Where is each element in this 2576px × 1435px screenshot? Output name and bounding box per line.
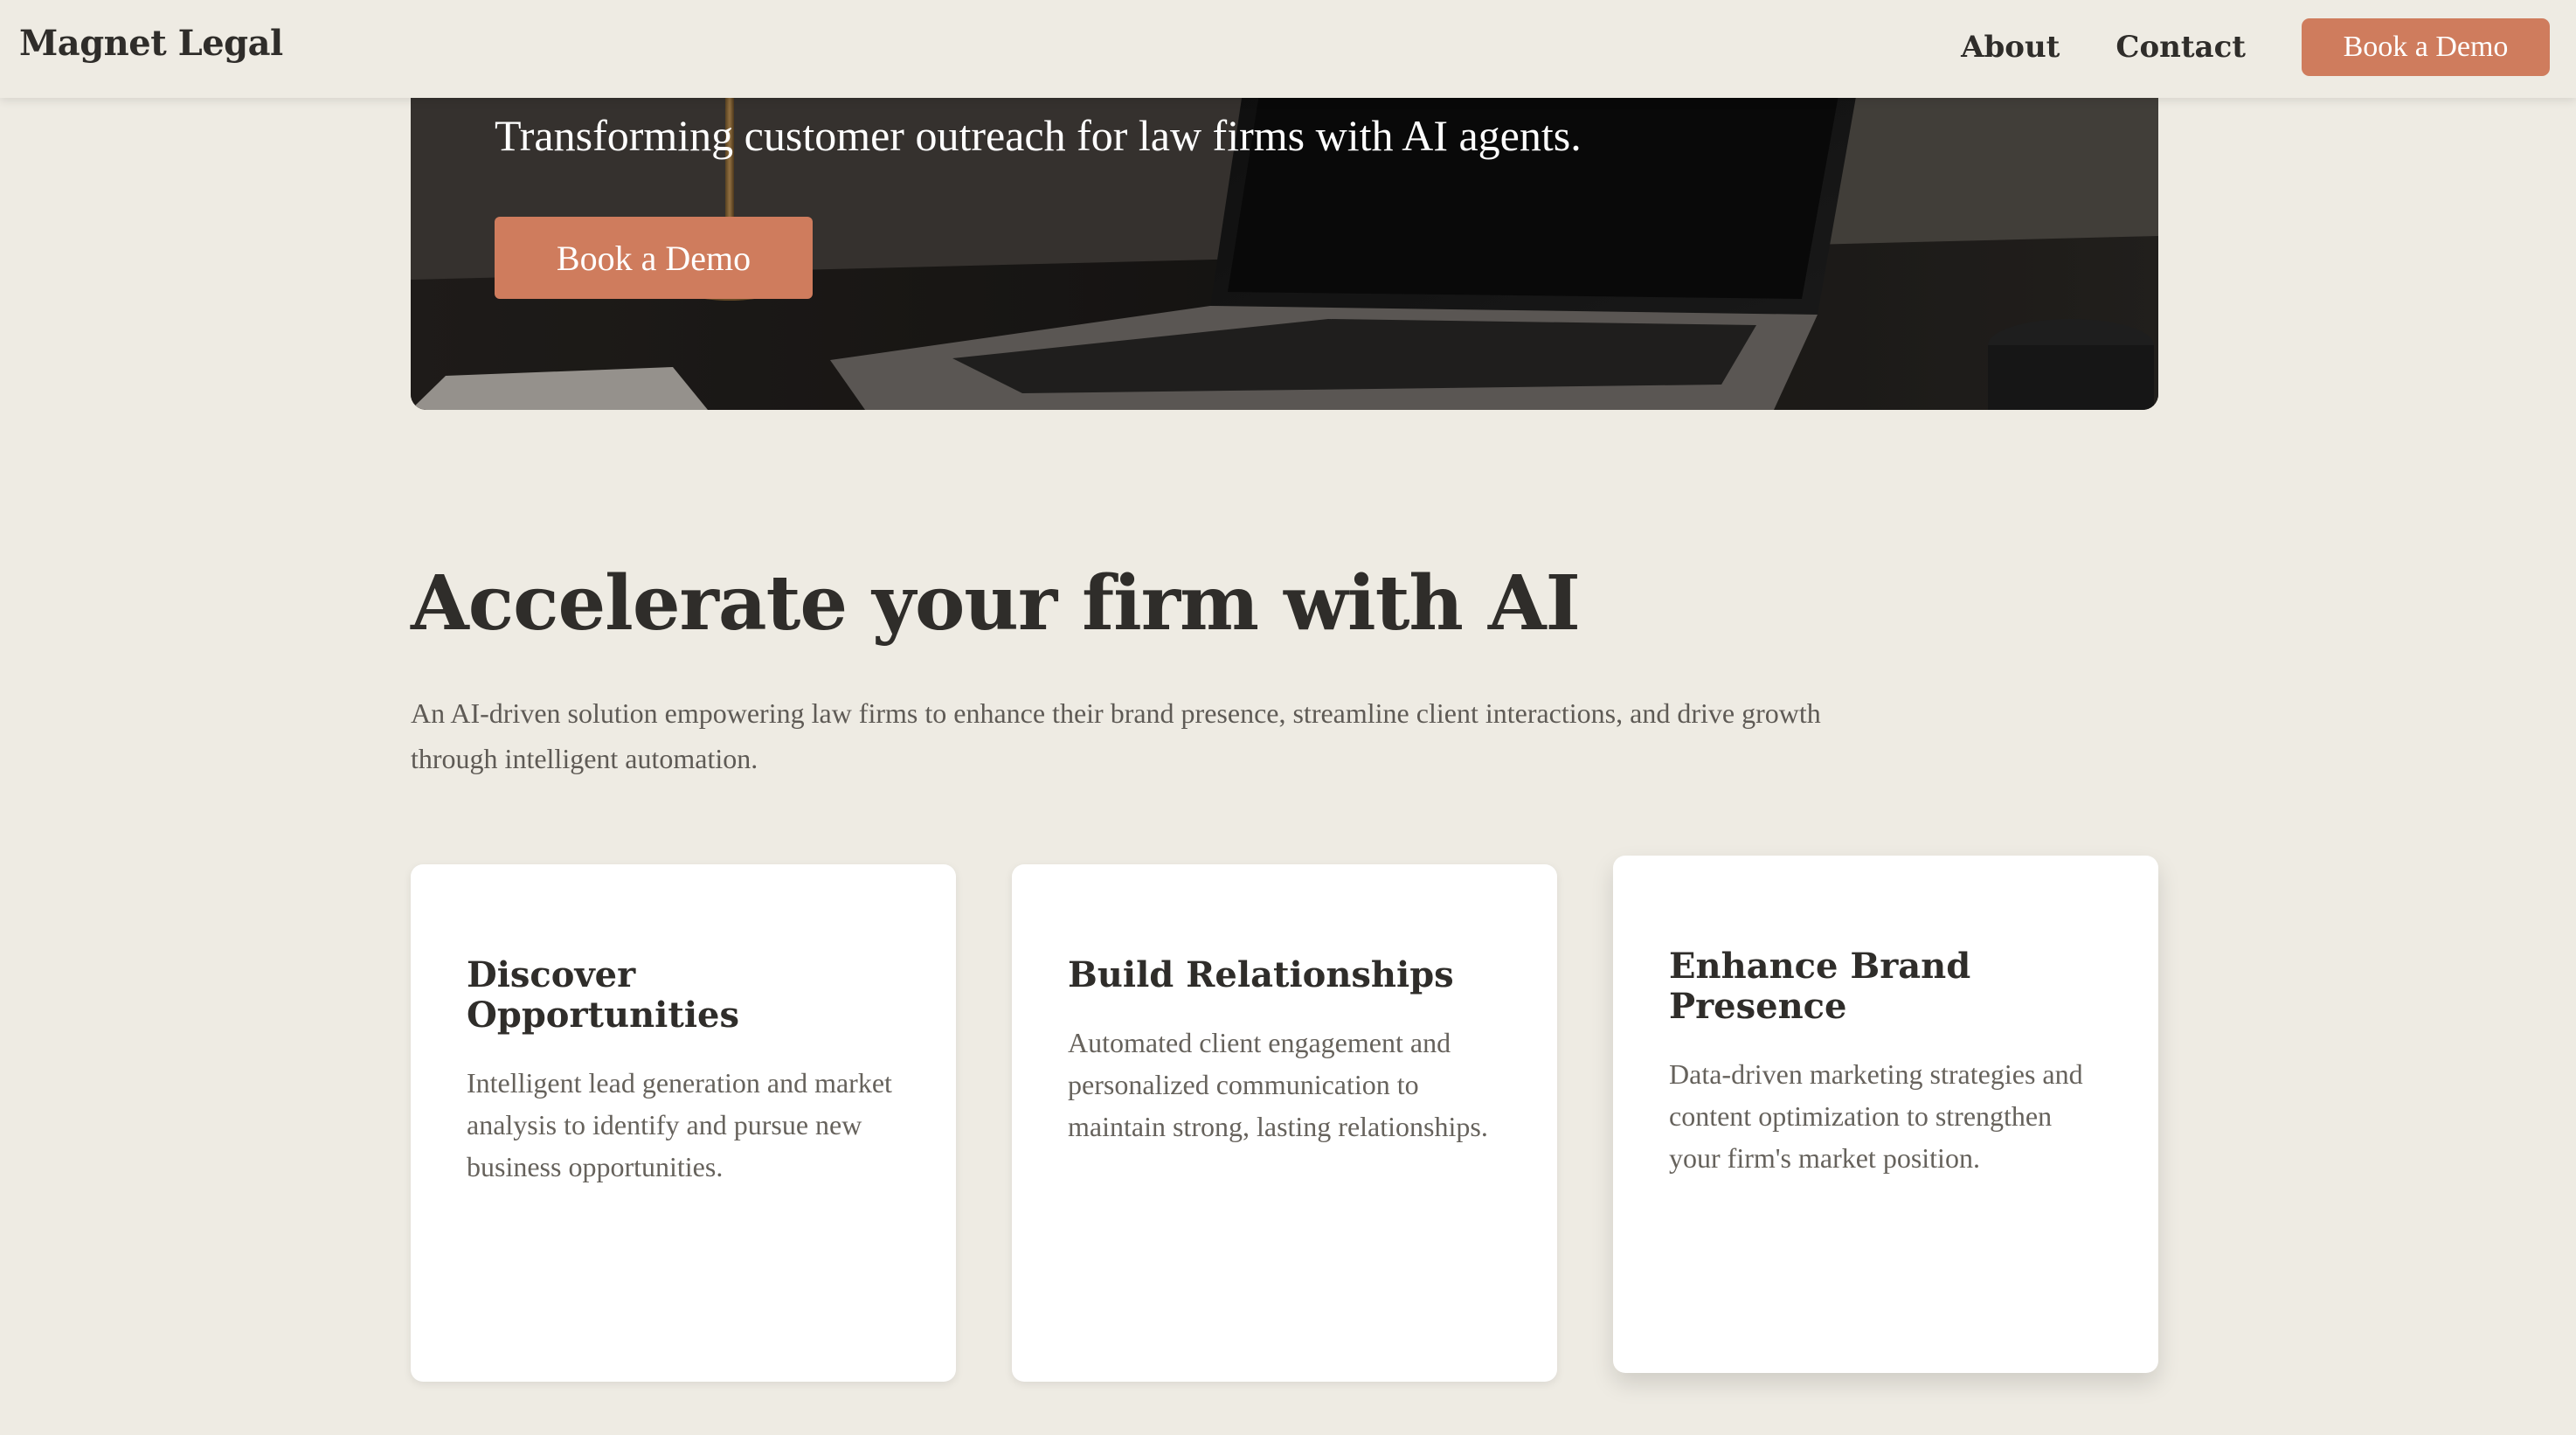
feature-card-text: Automated client engagement and personal… (1068, 1027, 1488, 1142)
feature-card-title: Build Relationships (1068, 954, 1454, 995)
feature-card-brand: Enhance Brand Presence Data-driven marke… (1613, 856, 2158, 1373)
hero-book-demo-button[interactable]: Book a Demo (495, 217, 813, 299)
main-nav: About Contact Book a Demo (1961, 17, 2550, 77)
nav-link-contact[interactable]: Contact (2116, 30, 2246, 65)
feature-card-discover: Discover Opportunities Intelligent lead … (411, 864, 956, 1382)
hero-tagline: Transforming customer outreach for law f… (495, 111, 1582, 160)
section-title: Accelerate your firm with AI (411, 559, 1581, 648)
feature-card-title: Enhance Brand Presence (1669, 946, 1971, 1027)
brand-logo[interactable]: Magnet Legal (19, 23, 283, 64)
feature-card-text: Data-driven marketing strategies and con… (1669, 1058, 2083, 1174)
site-header: Magnet Legal About Contact Book a Demo (0, 0, 2576, 98)
header-book-demo-button[interactable]: Book a Demo (2302, 18, 2550, 76)
feature-card-text: Intelligent lead generation and market a… (467, 1067, 892, 1182)
feature-card-title: Discover Opportunities (467, 954, 740, 1036)
nav-link-about[interactable]: About (1961, 30, 2060, 65)
section-description: An AI-driven solution empowering law fir… (411, 697, 1821, 774)
feature-card-relationships: Build Relationships Automated client eng… (1012, 864, 1557, 1382)
